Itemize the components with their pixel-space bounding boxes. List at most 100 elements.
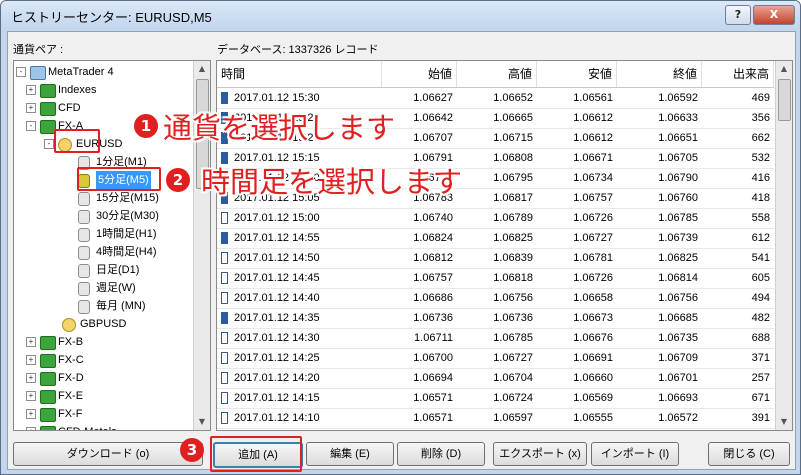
tree-item[interactable]: + FX-F [16, 405, 192, 423]
close-window-button[interactable]: X [753, 5, 795, 25]
cell-close: 1.06735 [658, 332, 698, 344]
tree-item[interactable]: + CFD-Metals [16, 423, 192, 430]
column-header-volume[interactable]: 出来高 [702, 61, 774, 87]
tree-item[interactable]: 30分足(M30) [16, 207, 192, 225]
tree-item[interactable]: - MetaTrader 4 [16, 63, 192, 81]
table-row[interactable]: 2017.01.12 14:10 1.06571 1.06597 1.06555 1.0… [217, 408, 774, 429]
scroll-up-arrow-icon[interactable]: ▲ [194, 61, 210, 77]
table-row[interactable]: 2017.01.12 14:30 1.06711 1.06785 1.06676 1.0… [217, 328, 774, 349]
expand-icon[interactable]: + [26, 85, 36, 95]
cell-time-text: 2017.01.12 14:35 [234, 312, 320, 324]
table-row[interactable]: 2017.01.12 14:45 1.06757 1.06818 1.06726 1.0… [217, 268, 774, 289]
close-button[interactable]: 閉じる (C) [708, 442, 790, 466]
tree-item[interactable]: + FX-D [16, 369, 192, 387]
tree-item[interactable]: 1時間足(H1) [16, 225, 192, 243]
cell-time-text: 2017.01.12 15:00 [234, 212, 320, 224]
help-button[interactable]: ? [725, 5, 751, 25]
cell-low: 1.06658 [573, 292, 613, 304]
m5-highlight-box [77, 167, 161, 191]
cell-volume: 532 [751, 152, 770, 164]
expand-icon[interactable]: + [26, 373, 36, 383]
cell-high: 1.06597 [493, 412, 533, 424]
import-button[interactable]: インポート (I) [591, 442, 679, 466]
tree-item[interactable]: 毎月 (MN) [16, 297, 192, 315]
step3-badge: 3 [180, 438, 204, 462]
expand-icon[interactable]: + [26, 427, 36, 430]
tree-item[interactable]: + FX-C [16, 351, 192, 369]
table-scrollbar[interactable]: ▲ ▼ [775, 61, 792, 430]
cell-time: 2017.01.12 14:55 [217, 228, 382, 248]
cell-close: 1.06756 [658, 292, 698, 304]
database-icon [78, 210, 90, 224]
cell-open: 1.06711 [414, 332, 453, 344]
cell-low: 1.06561 [573, 92, 613, 104]
scroll-up-arrow-icon[interactable]: ▲ [776, 61, 792, 77]
cell-high: 1.06789 [493, 212, 533, 224]
tree-item-label: 週足(W) [96, 282, 136, 294]
cell-time: 2017.01.12 14:20 [217, 368, 382, 388]
tree-item-label: 30分足(M30) [96, 210, 159, 222]
candle-icon [221, 252, 228, 265]
tree-item[interactable]: 4時間足(H4) [16, 243, 192, 261]
download-button[interactable]: ダウンロード (o) [13, 442, 203, 466]
cell-close: 1.06633 [658, 112, 698, 124]
table-row[interactable]: 2017.01.12 14:20 1.06694 1.06704 1.06660 1.0… [217, 368, 774, 389]
symbol-icon [62, 318, 76, 332]
expand-icon[interactable]: + [26, 409, 36, 419]
tree-item[interactable]: + FX-E [16, 387, 192, 405]
cell-time: 2017.01.12 14:50 [217, 248, 382, 268]
column-header-time[interactable]: 時間 [217, 61, 382, 87]
cell-close: 1.06651 [658, 132, 698, 144]
cell-high: 1.06808 [493, 152, 533, 164]
database-icon [78, 228, 90, 242]
cell-low: 1.06676 [573, 332, 613, 344]
column-header-open[interactable]: 始値 [382, 61, 457, 87]
table-row[interactable]: 2017.01.12 14:40 1.06686 1.06756 1.06658 1.0… [217, 288, 774, 309]
table-scroll-thumb[interactable] [778, 79, 791, 121]
table-row[interactable]: 2017.01.12 14:35 1.06736 1.06736 1.06673 1.0… [217, 308, 774, 329]
expand-icon[interactable]: + [26, 103, 36, 113]
step2-caption: 時間足を選択します [201, 165, 463, 199]
cell-high: 1.06756 [493, 292, 533, 304]
expand-icon[interactable]: + [26, 355, 36, 365]
table-row[interactable]: 2017.01.12 14:15 1.06571 1.06724 1.06569 1.0… [217, 388, 774, 409]
cell-high: 1.06736 [493, 312, 533, 324]
cell-volume: 671 [751, 392, 770, 404]
column-header-low[interactable]: 安値 [537, 61, 617, 87]
tree-item-label: 日足(D1) [96, 264, 140, 276]
edit-button[interactable]: 編集 (E) [306, 442, 394, 466]
folder-icon [40, 84, 56, 98]
tree-item[interactable]: + Indexes [16, 81, 192, 99]
table-row[interactable]: 2017.01.12 14:50 1.06812 1.06839 1.06781 1.0… [217, 248, 774, 269]
export-button[interactable]: エクスポート (x) [493, 442, 587, 466]
tree-item[interactable]: 日足(D1) [16, 261, 192, 279]
table-row[interactable]: 2017.01.12 14:55 1.06824 1.06825 1.06727 1.0… [217, 228, 774, 249]
expand-icon[interactable]: + [26, 337, 36, 347]
column-header-high[interactable]: 高値 [457, 61, 537, 87]
scroll-down-arrow-icon[interactable]: ▼ [194, 414, 210, 430]
table-row[interactable]: 2017.01.12 14:25 1.06700 1.06727 1.06691 1.0… [217, 348, 774, 369]
collapse-icon[interactable]: - [16, 67, 26, 77]
collapse-icon[interactable]: - [26, 121, 36, 131]
cell-time-text: 2017.01.12 14:55 [234, 232, 320, 244]
collapse-icon[interactable]: - [44, 139, 54, 149]
cell-low: 1.06726 [573, 272, 613, 284]
database-icon [78, 192, 90, 206]
tree-item[interactable]: GBPUSD [16, 315, 192, 333]
expand-icon[interactable]: + [26, 391, 36, 401]
tree-item[interactable]: + FX-B [16, 333, 192, 351]
cell-close: 1.06760 [658, 192, 698, 204]
scroll-down-arrow-icon[interactable]: ▼ [776, 414, 792, 430]
tree-item-label: FX-F [58, 408, 83, 420]
step2-badge: 2 [166, 168, 190, 192]
column-header-close[interactable]: 終値 [617, 61, 702, 87]
cell-volume: 482 [751, 312, 770, 324]
title-bar[interactable]: ヒストリーセンター: EURUSD,M5 ? X [1, 1, 800, 29]
cell-high: 1.06795 [493, 172, 533, 184]
table-row[interactable]: 2017.01.12 15:00 1.06740 1.06789 1.06726 1.0… [217, 208, 774, 229]
tree-item[interactable]: 週足(W) [16, 279, 192, 297]
database-icon [78, 264, 90, 278]
tree-item-label: MetaTrader 4 [48, 66, 114, 78]
tree-item[interactable]: 15分足(M15) [16, 189, 192, 207]
delete-button[interactable]: 削除 (D) [397, 442, 485, 466]
